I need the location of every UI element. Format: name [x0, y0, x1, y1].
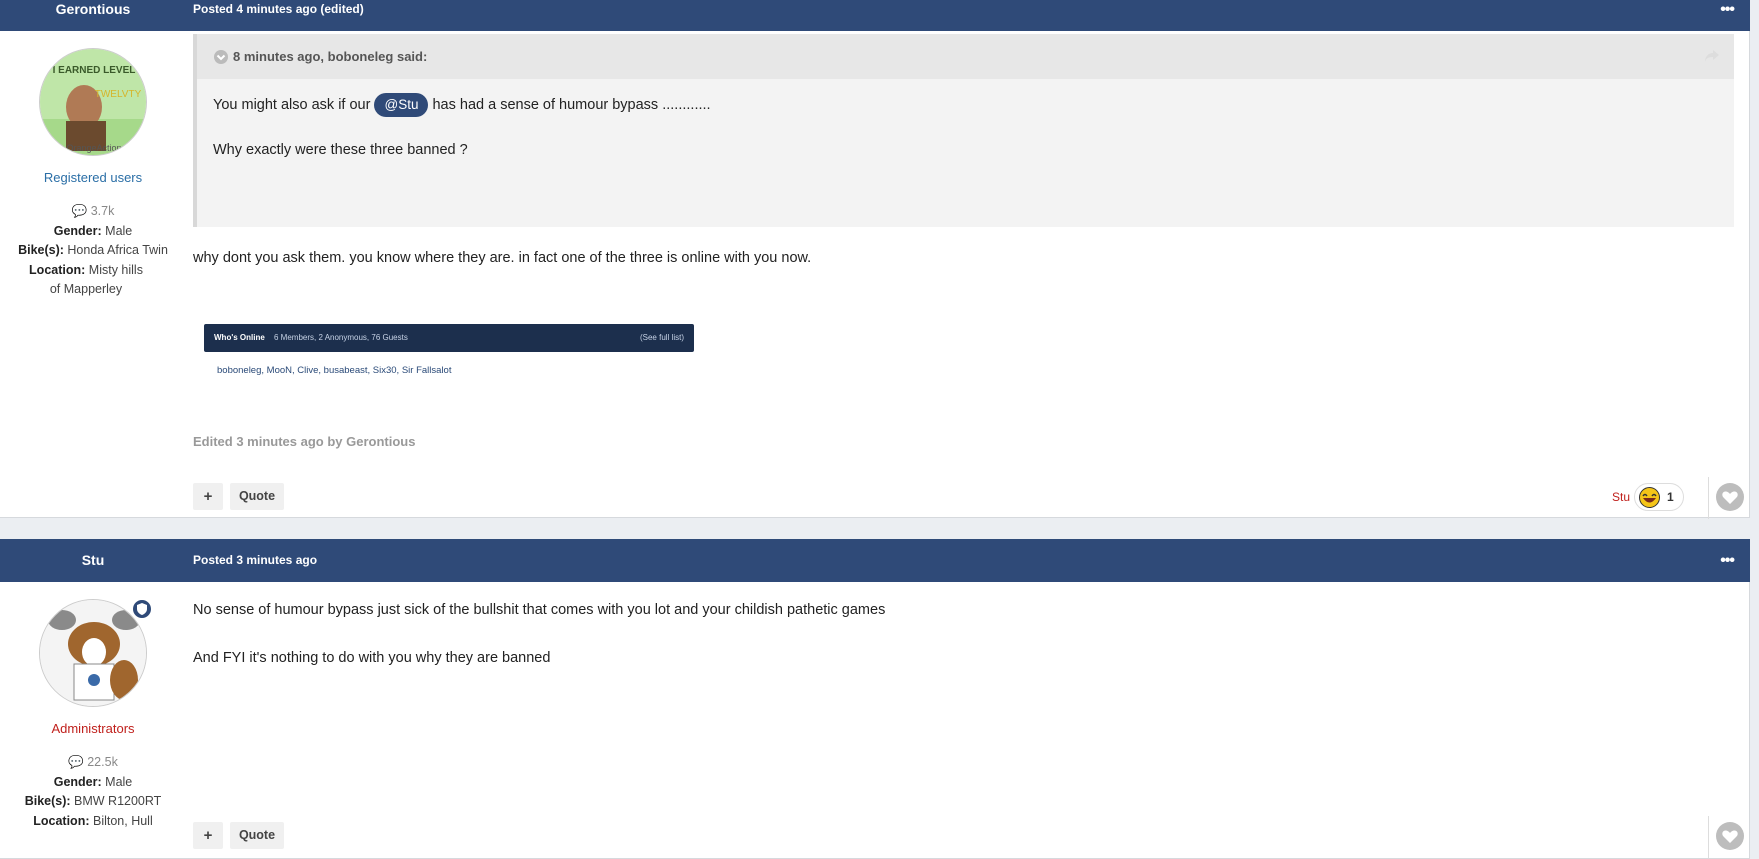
- user-group[interactable]: Administrators: [0, 721, 186, 736]
- post-menu-icon[interactable]: •••: [1720, 539, 1735, 582]
- quote-block: 8 minutes ago, boboneleg said: You might…: [193, 34, 1734, 227]
- whos-online-bar: Who's Online 6 Members, 2 Anonymous, 76 …: [204, 324, 694, 352]
- react-button[interactable]: [1708, 816, 1751, 858]
- comment-icon: 💬: [68, 755, 84, 769]
- author-info: 💬 3.7k Gender: Male Bike(s): Honda Afric…: [0, 202, 186, 300]
- whos-online-summary: 6 Members, 2 Anonymous, 76 Guests: [274, 333, 408, 342]
- post-timestamp[interactable]: Posted 4 minutes ago (edited): [193, 0, 364, 31]
- svg-text:I EARNED LEVEL: I EARNED LEVEL: [53, 65, 136, 76]
- embedded-screenshot[interactable]: Who's Online 6 Members, 2 Anonymous, 76 …: [204, 324, 694, 384]
- bike-row: Bike(s): Honda Africa Twin: [18, 243, 168, 257]
- quote-line-2: Why exactly were these three banned ?: [213, 142, 468, 158]
- avatar-image: I EARNED LEVEL TWELVTY OrangeAction: [40, 49, 146, 155]
- whos-online-title: Who's Online: [214, 333, 265, 342]
- quote-button[interactable]: Quote: [230, 483, 284, 510]
- reaction-count: 1: [1667, 490, 1674, 504]
- author-name[interactable]: Stu: [0, 539, 186, 582]
- author-name[interactable]: Gerontious: [0, 0, 186, 31]
- quote-header: 8 minutes ago, boboneleg said:: [197, 34, 1734, 79]
- multiquote-button[interactable]: +: [193, 483, 223, 510]
- quote-line-1: You might also ask if our @Stu has had a…: [213, 92, 711, 118]
- heart-icon: [1716, 483, 1744, 511]
- location-row: Location: Misty hills of Mapperley: [29, 262, 143, 297]
- gender-row: Gender: Male: [53, 774, 133, 789]
- comment-icon: 💬: [71, 204, 88, 218]
- react-button[interactable]: [1708, 477, 1751, 519]
- laugh-icon: [1639, 487, 1660, 508]
- post-body: why dont you ask them. you know where th…: [193, 250, 812, 266]
- post-menu-icon[interactable]: •••: [1720, 0, 1735, 31]
- svg-text:TWELVTY: TWELVTY: [95, 89, 142, 100]
- multiquote-button[interactable]: +: [193, 822, 223, 849]
- quote-button[interactable]: Quote: [230, 822, 284, 849]
- post-header: Gerontious Posted 4 minutes ago (edited)…: [0, 0, 1750, 31]
- admin-badge-icon: [131, 598, 153, 620]
- post-timestamp[interactable]: Posted 3 minutes ago: [193, 539, 317, 582]
- edited-note: Edited 3 minutes ago by Gerontious: [193, 434, 416, 449]
- location-row: Location: Bilton, Hull: [33, 813, 153, 828]
- avatar[interactable]: I EARNED LEVEL TWELVTY OrangeAction: [39, 48, 147, 156]
- post-header: Stu Posted 3 minutes ago •••: [0, 539, 1750, 582]
- post-count: 💬 3.7k: [71, 204, 115, 218]
- user-group[interactable]: Registered users: [0, 170, 186, 185]
- whos-online-members: boboneleg, MooN, Clive, busabeast, Six30…: [217, 365, 452, 376]
- svg-text:OrangeAction: OrangeAction: [66, 143, 121, 153]
- collapse-quote-icon[interactable]: [213, 49, 229, 65]
- gender-row: Gender: Male: [53, 223, 133, 238]
- heart-icon: [1716, 822, 1744, 850]
- post-count: 💬 22.5k: [68, 755, 118, 769]
- whos-online-full-list: (See full list): [639, 333, 684, 342]
- quote-attribution[interactable]: 8 minutes ago, boboneleg said:: [233, 34, 427, 79]
- post-gerontious: Gerontious Posted 4 minutes ago (edited)…: [0, 0, 1751, 519]
- post-body-line-1: No sense of humour bypass just sick of t…: [193, 602, 886, 618]
- post-body-line-2: And FYI it's nothing to do with you why …: [193, 650, 551, 666]
- mention-stu[interactable]: @Stu: [374, 93, 429, 117]
- reaction-user[interactable]: Stu: [1612, 490, 1630, 504]
- post-stu: Stu Posted 3 minutes ago ••• Administrat…: [0, 539, 1750, 859]
- bike-row: Bike(s): BMW R1200RT: [24, 794, 162, 808]
- author-info: 💬 22.5k Gender: Male Bike(s): BMW R1200R…: [0, 753, 186, 831]
- reaction-pill[interactable]: 1: [1634, 483, 1684, 511]
- share-quote-icon[interactable]: [1704, 49, 1720, 63]
